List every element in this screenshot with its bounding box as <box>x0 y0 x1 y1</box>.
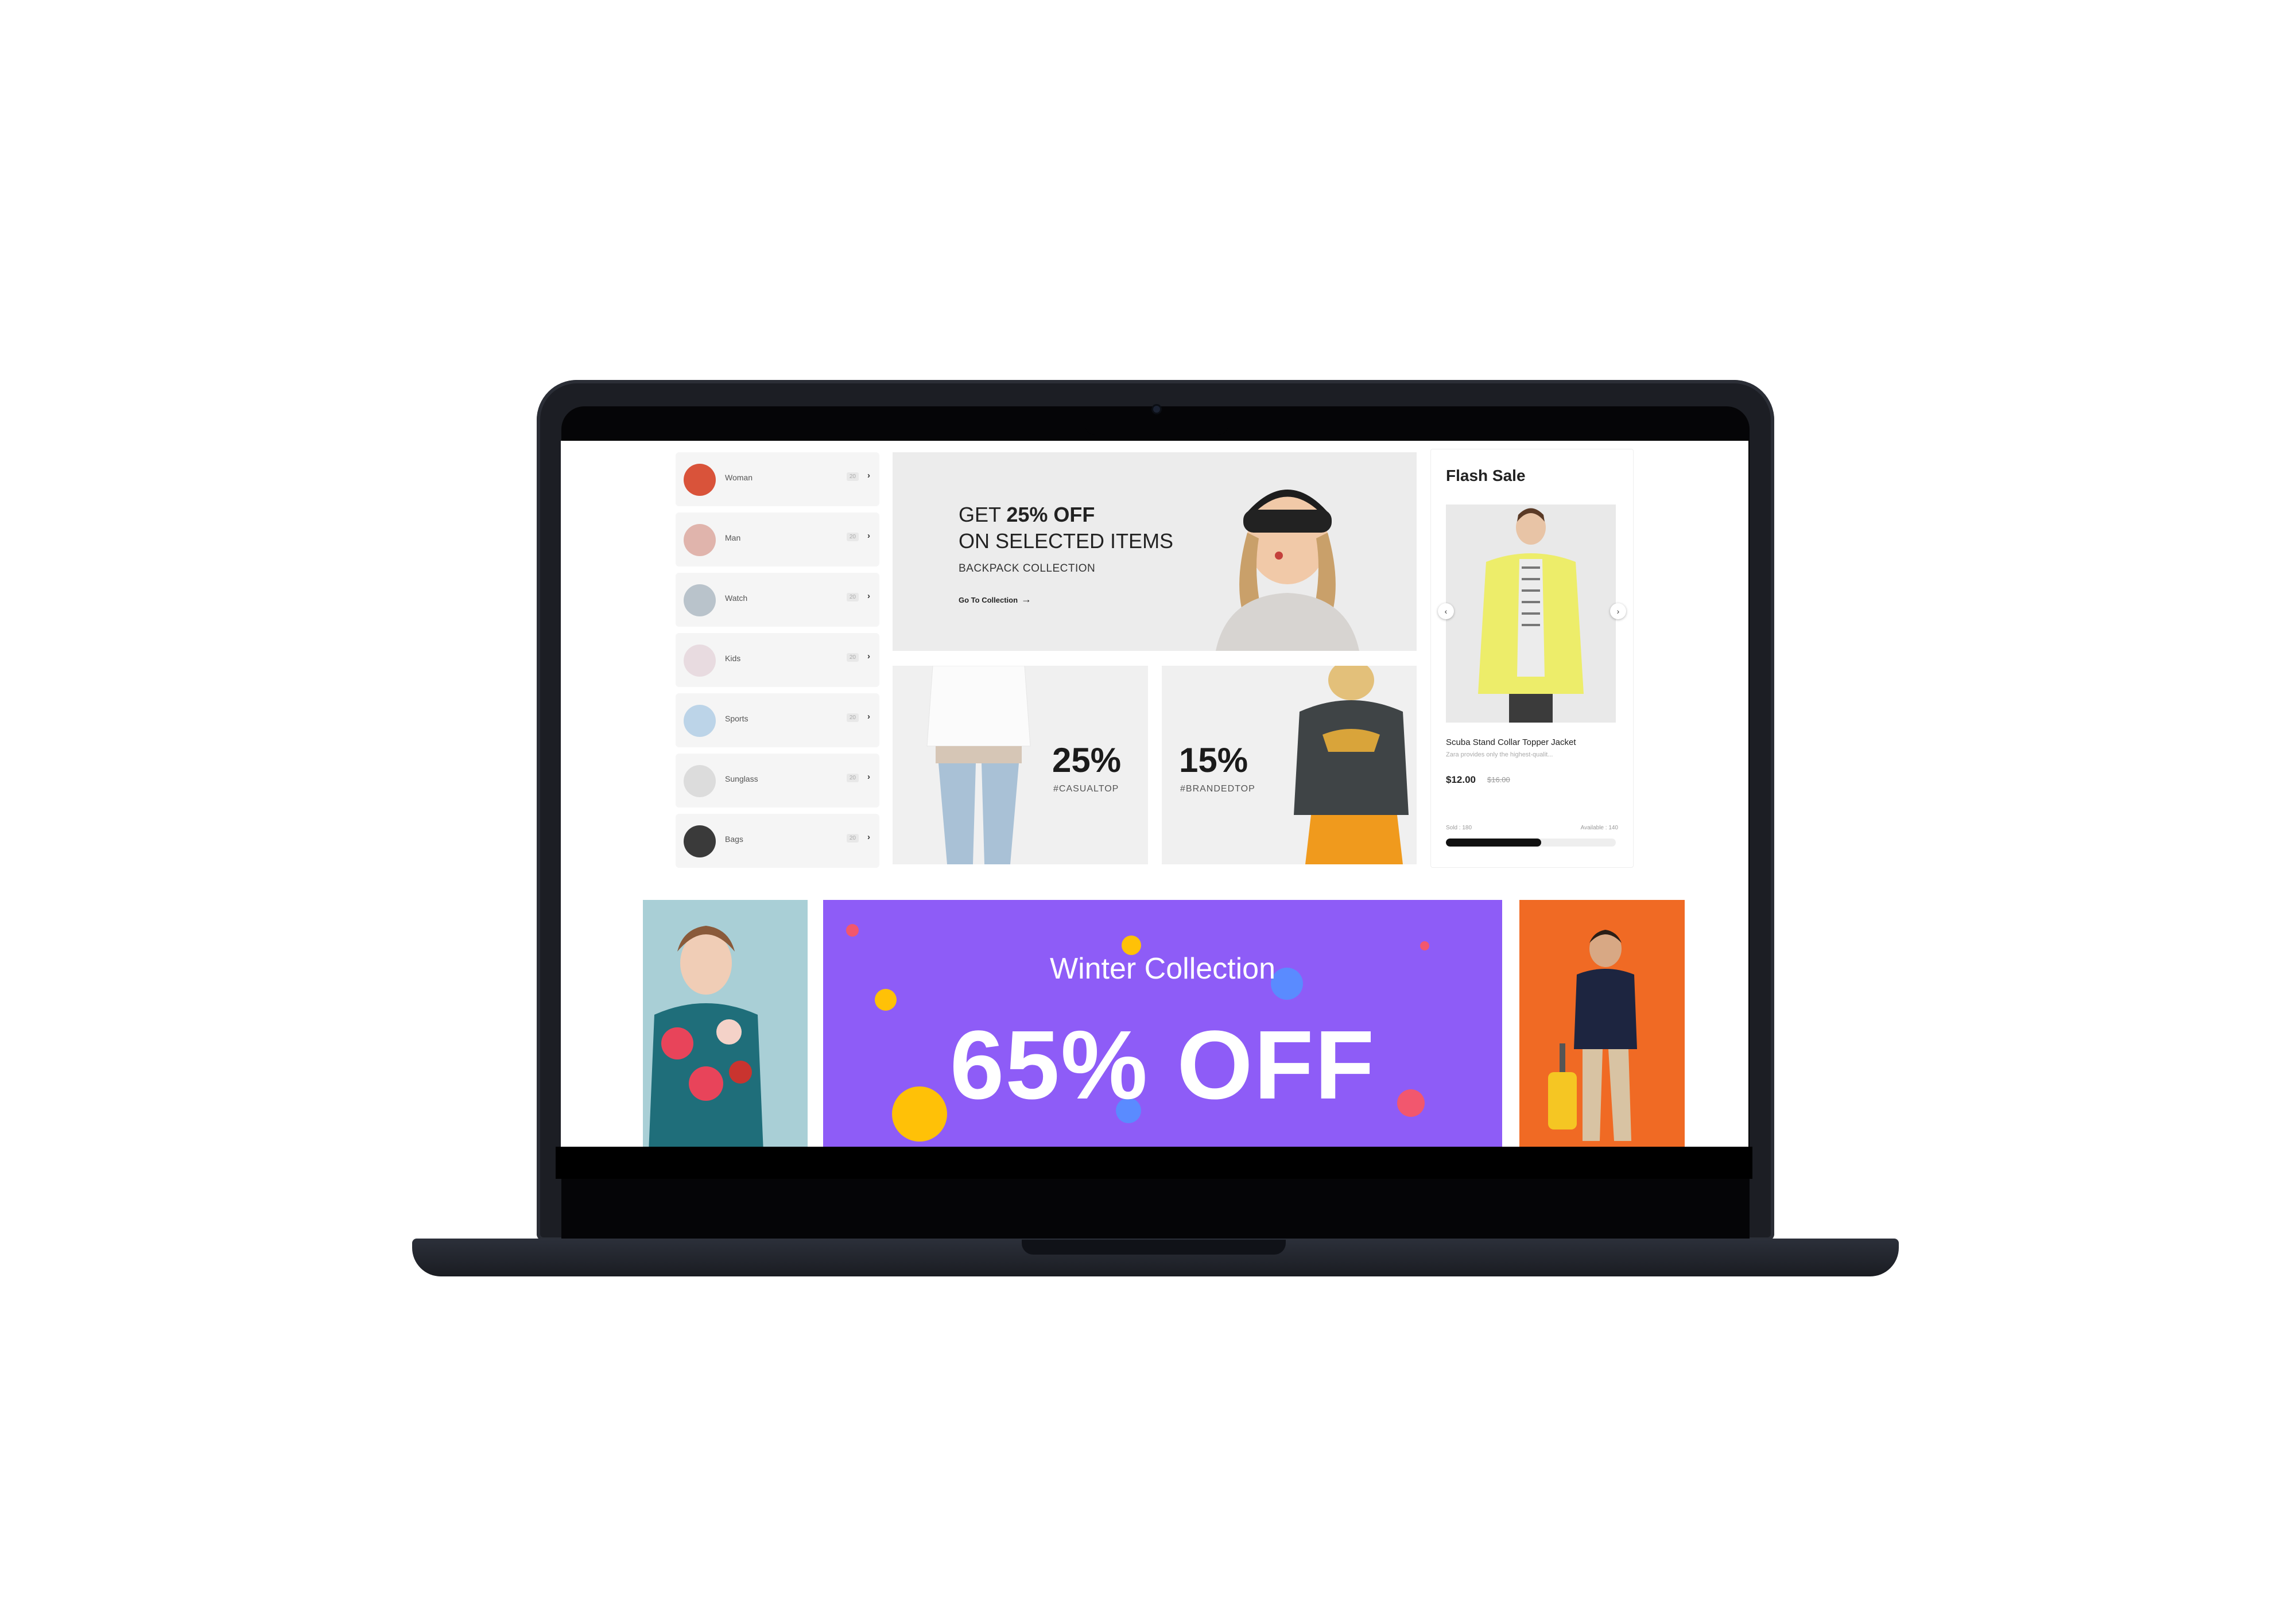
category-item-watch[interactable]: Watch 20 › <box>676 573 879 627</box>
go-to-collection-label: Go To Collection <box>959 596 1018 604</box>
winter-banner-headline: 65% OFF <box>949 1011 1376 1120</box>
category-label: Kids <box>725 654 741 663</box>
flash-sale-product-description: Zara provides only the highest-qualit... <box>1446 751 1553 758</box>
bag-thumb-icon <box>684 825 716 857</box>
sports-thumb-icon <box>684 705 716 737</box>
camera-icon <box>1153 406 1160 413</box>
confetti-dot <box>846 924 859 937</box>
promo-tile-brandedtop[interactable]: 15% #BRANDEDTOP <box>1162 666 1417 864</box>
flash-sale-title: Flash Sale <box>1446 467 1526 484</box>
category-item-bags[interactable]: Bags 20 › <box>676 814 879 868</box>
man-thumb-icon <box>684 524 716 556</box>
category-label: Sunglass <box>725 774 758 783</box>
watch-thumb-icon <box>684 584 716 616</box>
carousel-next-button[interactable]: › <box>1610 603 1626 619</box>
hero-collection-label: BACKPACK COLLECTION <box>959 562 1096 575</box>
chevron-right-icon: › <box>867 591 870 601</box>
sunglass-thumb-icon <box>684 765 716 797</box>
traveler-model-image <box>1548 930 1637 1141</box>
confetti-dot <box>875 989 897 1011</box>
category-label: Watch <box>725 593 748 603</box>
side-banner-left[interactable] <box>643 900 808 1147</box>
flash-sale-available-count: Available : 140 <box>1580 825 1618 831</box>
confetti-dot <box>1420 941 1429 950</box>
chevron-right-icon: › <box>867 832 870 842</box>
casualtop-model-image <box>926 666 1031 864</box>
go-to-collection-link[interactable]: Go To Collection → <box>959 593 1031 605</box>
chevron-left-icon: ‹ <box>1444 607 1448 616</box>
promo-tag: #CASUALTOP <box>1053 784 1119 794</box>
flash-sale-price: $12.00 <box>1446 774 1476 785</box>
category-count-badge: 20 <box>846 472 859 481</box>
chevron-right-icon: › <box>867 712 870 721</box>
flash-sale-progress-bar <box>1446 839 1616 847</box>
category-item-sports[interactable]: Sports 20 › <box>676 693 879 747</box>
promo-percent: 25% <box>1052 741 1122 779</box>
category-label: Bags <box>725 834 743 844</box>
flash-sale-product-name[interactable]: Scuba Stand Collar Topper Jacket <box>1446 737 1576 747</box>
winter-collection-banner[interactable]: Winter Collection 65% OFF <box>823 900 1502 1147</box>
floral-model-image <box>649 926 763 1147</box>
laptop-opening-notch <box>1022 1240 1286 1255</box>
woman-thumb-icon <box>684 464 716 496</box>
category-count-badge: 20 <box>846 593 859 601</box>
chevron-right-icon: › <box>867 471 870 480</box>
category-count-badge: 20 <box>846 653 859 662</box>
brandedtop-model-image <box>1294 666 1409 864</box>
promo-tile-casualtop[interactable]: 25% #CASUALTOP <box>893 666 1148 864</box>
chevron-right-icon: › <box>867 772 870 782</box>
promo-percent: 15% <box>1179 741 1248 779</box>
hero-headline-discount: 25% OFF <box>1006 503 1095 526</box>
flash-sale-sold-count: Sold : 180 <box>1446 825 1472 831</box>
flash-sale-old-price: $16.00 <box>1487 775 1510 784</box>
category-item-sunglass[interactable]: Sunglass 20 › <box>676 754 879 808</box>
hero-model-image <box>1216 490 1359 651</box>
category-count-badge: 20 <box>846 774 859 782</box>
chevron-right-icon: › <box>867 651 870 661</box>
category-sidebar: Woman 20 › Man 20 › Watch 20 › Kids 20 ›… <box>676 452 879 874</box>
category-label: Man <box>725 533 741 542</box>
flash-sale-product-image[interactable] <box>1446 504 1616 723</box>
hero-subheadline: ON SELECTED ITEMS <box>959 529 1174 553</box>
chevron-right-icon: › <box>1616 607 1620 616</box>
category-item-man[interactable]: Man 20 › <box>676 513 879 566</box>
category-item-woman[interactable]: Woman 20 › <box>676 452 879 506</box>
winter-banner-subtitle: Winter Collection <box>1049 952 1276 985</box>
promo-tag: #BRANDEDTOP <box>1180 784 1255 794</box>
browser-screen: Woman 20 › Man 20 › Watch 20 › Kids 20 ›… <box>561 441 1748 1147</box>
side-banner-right[interactable] <box>1519 900 1685 1147</box>
hero-headline: GET 25% OFF <box>959 503 1095 527</box>
kids-thumb-icon <box>684 645 716 677</box>
category-label: Woman <box>725 473 753 482</box>
category-count-badge: 20 <box>846 713 859 722</box>
flash-sale-card: Flash Sale ‹ › Scuba Stand Collar Topper… <box>1430 449 1634 868</box>
carousel-prev-button[interactable]: ‹ <box>1438 603 1454 619</box>
chevron-right-icon: › <box>867 531 870 541</box>
arrow-right-icon: → <box>1021 593 1032 605</box>
flash-sale-progress-fill <box>1446 839 1541 847</box>
hero-banner: GET 25% OFF ON SELECTED ITEMS BACKPACK C… <box>893 452 1417 651</box>
category-item-kids[interactable]: Kids 20 › <box>676 633 879 687</box>
category-count-badge: 20 <box>846 834 859 843</box>
category-count-badge: 20 <box>846 533 859 541</box>
jacket-model-image <box>1478 508 1584 723</box>
hero-headline-prefix: GET <box>959 503 1001 526</box>
category-label: Sports <box>725 714 748 723</box>
screen-bottom-bezel <box>556 1147 1752 1179</box>
